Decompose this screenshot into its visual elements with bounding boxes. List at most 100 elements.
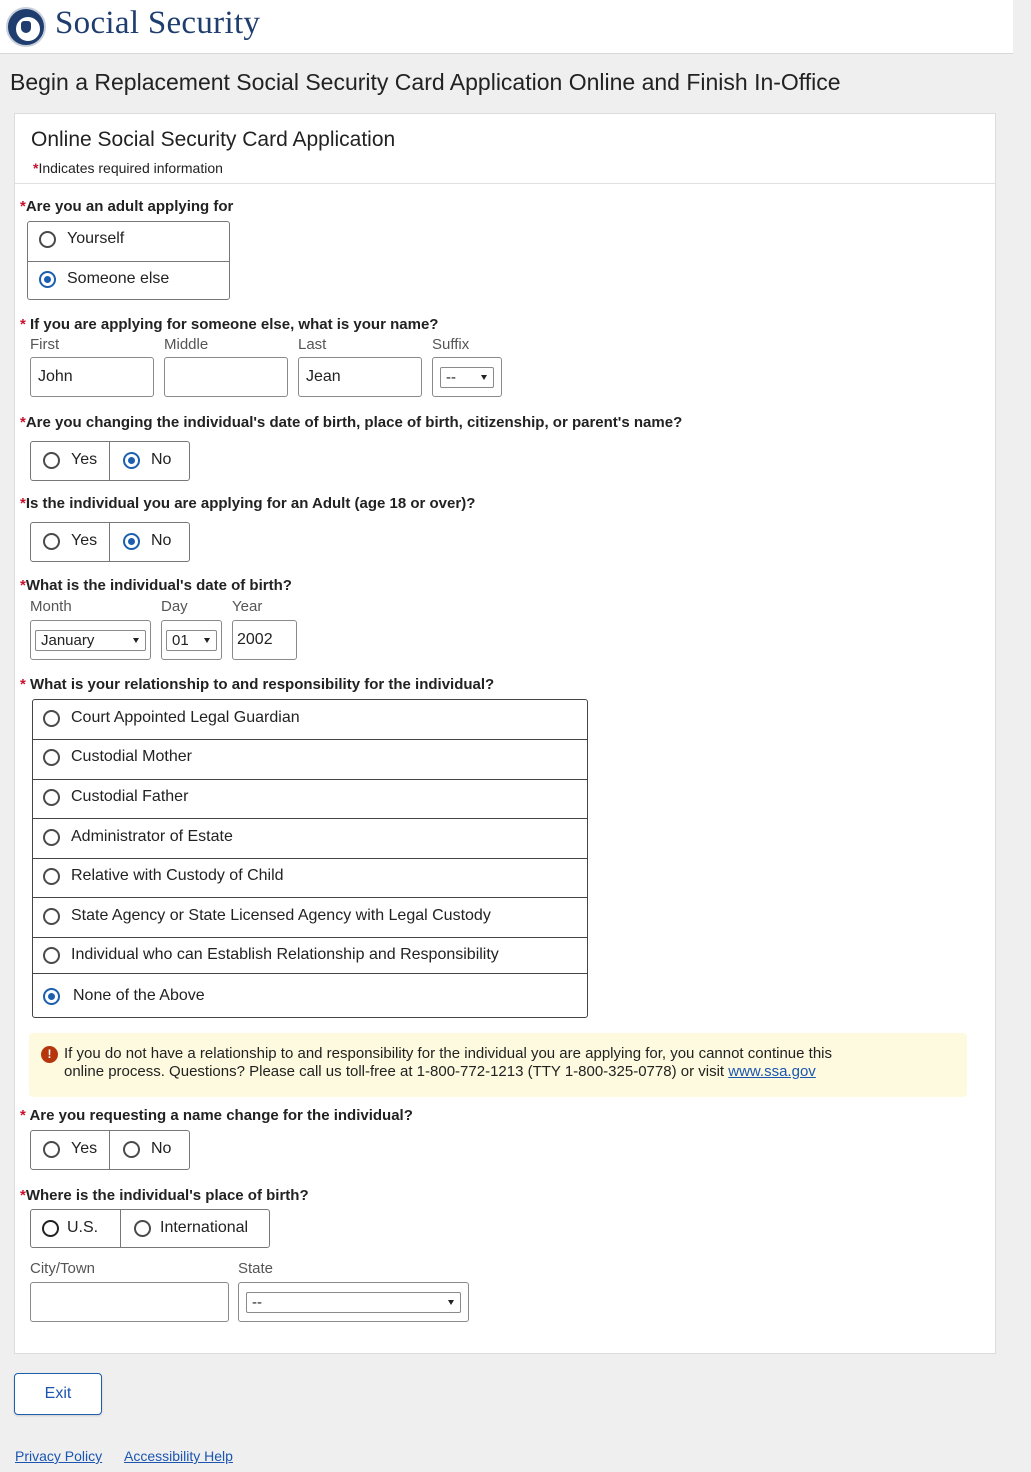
last-name-input[interactable] (298, 357, 422, 397)
select-value: January (41, 632, 95, 649)
option-label: State Agency or State Licensed Agency wi… (71, 907, 491, 924)
day-select-value[interactable]: 01 (166, 630, 217, 651)
radio-icon[interactable] (43, 907, 60, 925)
question-place-of-birth: *Where is the individual's place of birt… (20, 1187, 309, 1204)
question-is-adult: *Is the individual you are applying for … (20, 495, 475, 512)
caret-down-icon (133, 638, 139, 643)
suffix-label: Suffix (432, 336, 470, 353)
changing-info-no[interactable]: No (123, 451, 171, 469)
warning-line: online process. Questions? Please call u… (64, 1063, 729, 1080)
option-label: Relative with Custody of Child (71, 867, 284, 884)
ssa-seal-icon[interactable] (6, 7, 46, 47)
required-marker: * (20, 1107, 26, 1124)
is-adult-no[interactable]: No (123, 532, 171, 550)
place-of-birth-us[interactable]: U.S. (42, 1219, 98, 1237)
day-select[interactable]: 01 (161, 620, 222, 660)
radio-icon[interactable] (43, 748, 60, 766)
first-name-input[interactable] (30, 357, 154, 397)
radio-checked-icon[interactable] (123, 451, 140, 469)
relationship-relative-custody[interactable]: Relative with Custody of Child (43, 867, 284, 885)
radio-checked-icon[interactable] (43, 987, 60, 1005)
question-label: Are you an adult applying for (25, 198, 234, 215)
divider (109, 523, 110, 561)
caret-down-icon (481, 375, 487, 380)
place-of-birth-international[interactable]: International (134, 1219, 248, 1237)
caret-down-icon (204, 638, 210, 643)
radio-icon[interactable] (123, 1140, 140, 1158)
middle-name-label: Middle (164, 336, 209, 353)
divider (33, 858, 587, 859)
middle-name-input[interactable] (164, 357, 288, 397)
option-label: Someone else (67, 270, 170, 287)
is-adult-yes[interactable]: Yes (43, 532, 97, 550)
required-note: *Indicates required information (33, 160, 223, 176)
radio-checked-icon[interactable] (123, 532, 140, 550)
question-label: Is the individual you are applying for a… (25, 495, 476, 512)
relationship-warning: ! If you do not have a relationship to a… (29, 1033, 967, 1097)
radio-icon[interactable] (42, 1219, 59, 1237)
month-select-value[interactable]: January (35, 630, 146, 651)
divider (28, 261, 229, 262)
year-label: Year (232, 598, 263, 615)
divider (33, 818, 587, 819)
name-change-yes[interactable]: Yes (43, 1140, 97, 1158)
day-label: Day (161, 598, 188, 615)
divider (33, 973, 587, 974)
option-label: Yes (71, 451, 98, 468)
accessibility-help-link[interactable]: Accessibility Help (124, 1448, 233, 1464)
relationship-administrator[interactable]: Administrator of Estate (43, 828, 233, 846)
relationship-custodial-mother[interactable]: Custodial Mother (43, 748, 192, 766)
question-name-change: * Are you requesting a name change for t… (20, 1107, 413, 1124)
question-relationship: * What is your relationship to and respo… (20, 676, 494, 693)
brand-name[interactable]: Social Security (55, 5, 260, 42)
radio-icon[interactable] (134, 1219, 151, 1237)
month-select[interactable]: January (30, 620, 151, 660)
city-label: City/Town (30, 1260, 96, 1277)
exit-button[interactable]: Exit (14, 1373, 102, 1415)
question-your-name: * If you are applying for someone else, … (20, 316, 438, 333)
radio-icon[interactable] (43, 946, 60, 964)
privacy-policy-link[interactable]: Privacy Policy (15, 1448, 102, 1464)
option-label: Administrator of Estate (71, 828, 233, 845)
option-yourself[interactable]: Yourself (39, 230, 124, 248)
radio-icon[interactable] (43, 867, 60, 885)
question-label: What is your relationship to and respons… (30, 676, 495, 693)
state-select-value[interactable]: -- (246, 1292, 461, 1313)
relationship-none[interactable]: None of the Above (43, 987, 205, 1005)
state-select[interactable]: -- (238, 1282, 469, 1322)
caret-down-icon (448, 1300, 454, 1305)
select-value: -- (252, 1294, 262, 1311)
radio-icon[interactable] (43, 1140, 60, 1158)
name-change-no[interactable]: No (123, 1140, 171, 1158)
radio-icon[interactable] (39, 230, 56, 248)
radio-icon[interactable] (43, 451, 60, 469)
relationship-custodial-father[interactable]: Custodial Father (43, 788, 188, 806)
relationship-individual[interactable]: Individual who can Establish Relationshi… (43, 946, 499, 964)
radio-checked-icon[interactable] (39, 270, 56, 288)
radio-icon[interactable] (43, 709, 60, 727)
divider (33, 739, 587, 740)
suffix-select[interactable]: -- (432, 357, 502, 397)
question-date-of-birth: *What is the individual's date of birth? (20, 577, 292, 594)
select-value: -- (446, 369, 456, 386)
relationship-legal-guardian[interactable]: Court Appointed Legal Guardian (43, 709, 300, 727)
radio-icon[interactable] (43, 532, 60, 550)
radio-icon[interactable] (43, 828, 60, 846)
warning-text: If you do not have a relationship to and… (64, 1045, 944, 1081)
divider (33, 897, 587, 898)
option-label: No (151, 1140, 172, 1157)
ssa-gov-link[interactable]: www.ssa.gov (728, 1063, 816, 1080)
option-label: Custodial Mother (71, 748, 192, 765)
question-label: Are you requesting a name change for the… (29, 1107, 413, 1124)
year-input[interactable] (232, 620, 297, 660)
radio-icon[interactable] (43, 788, 60, 806)
changing-info-yes[interactable]: Yes (43, 451, 97, 469)
relationship-state-agency[interactable]: State Agency or State Licensed Agency wi… (43, 907, 491, 925)
question-label: Are you changing the individual's date o… (25, 414, 683, 431)
option-label: No (151, 532, 172, 549)
option-someone-else[interactable]: Someone else (39, 270, 169, 288)
option-label: International (160, 1219, 249, 1236)
divider (109, 442, 110, 480)
city-input[interactable] (30, 1282, 229, 1322)
suffix-select-value[interactable]: -- (440, 367, 494, 388)
